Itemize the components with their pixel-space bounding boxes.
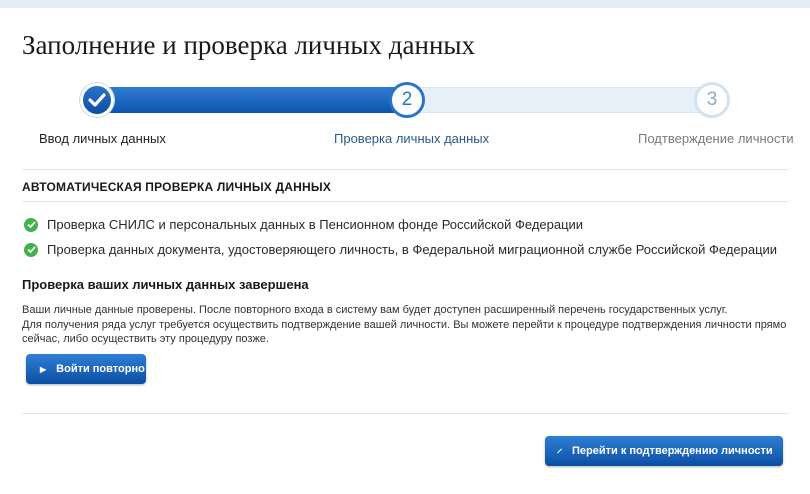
step-2-circle: 2: [389, 82, 425, 118]
section-title: АВТОМАТИЧЕСКАЯ ПРОВЕРКА ЛИЧНЫХ ДАННЫХ: [22, 180, 332, 194]
result-description: Ваши личные данные проверены. После повт…: [22, 303, 792, 347]
result-line-1: Ваши личные данные проверены. После повт…: [22, 304, 728, 316]
step-2-label: Проверка личных данных: [334, 131, 490, 146]
relogin-label: Войти повторно: [56, 363, 145, 375]
result-title: Проверка ваших личных данных завершена: [22, 277, 309, 292]
page-title: Заполнение и проверка личных данных: [22, 30, 476, 60]
top-band: [0, 0, 810, 8]
check-item-snils: Проверка СНИЛС и персональных данных в П…: [24, 217, 583, 232]
progress-fill: [80, 87, 410, 113]
result-line-2: Для получения ряда услуг требуется осуще…: [22, 318, 787, 346]
check-circle-icon: [24, 242, 38, 257]
checkmark-icon: [88, 93, 106, 107]
confirm-label: Перейти к подтверждению личности: [572, 445, 773, 457]
step-1-label: Ввод личных данных: [39, 131, 166, 146]
step-3-label: Подтверждение личности: [638, 131, 794, 146]
check-item-text: Проверка данных документа, удостоверяюще…: [47, 242, 778, 257]
relogin-button[interactable]: ▶ Войти повторно: [26, 354, 146, 384]
check-item-text: Проверка СНИЛС и персональных данных в П…: [47, 217, 584, 232]
chevron-right-icon: [557, 448, 562, 454]
step-3-circle: 3: [694, 82, 730, 118]
triangle-right-icon: ▶: [40, 364, 47, 374]
check-item-document: Проверка данных документа, удостоверяюще…: [24, 242, 777, 257]
divider: [22, 169, 788, 170]
step-1-circle: [80, 83, 114, 117]
go-to-confirmation-button[interactable]: Перейти к подтверждению личности: [545, 436, 783, 466]
check-circle-icon: [24, 217, 38, 232]
divider: [22, 413, 788, 414]
divider: [22, 201, 788, 202]
